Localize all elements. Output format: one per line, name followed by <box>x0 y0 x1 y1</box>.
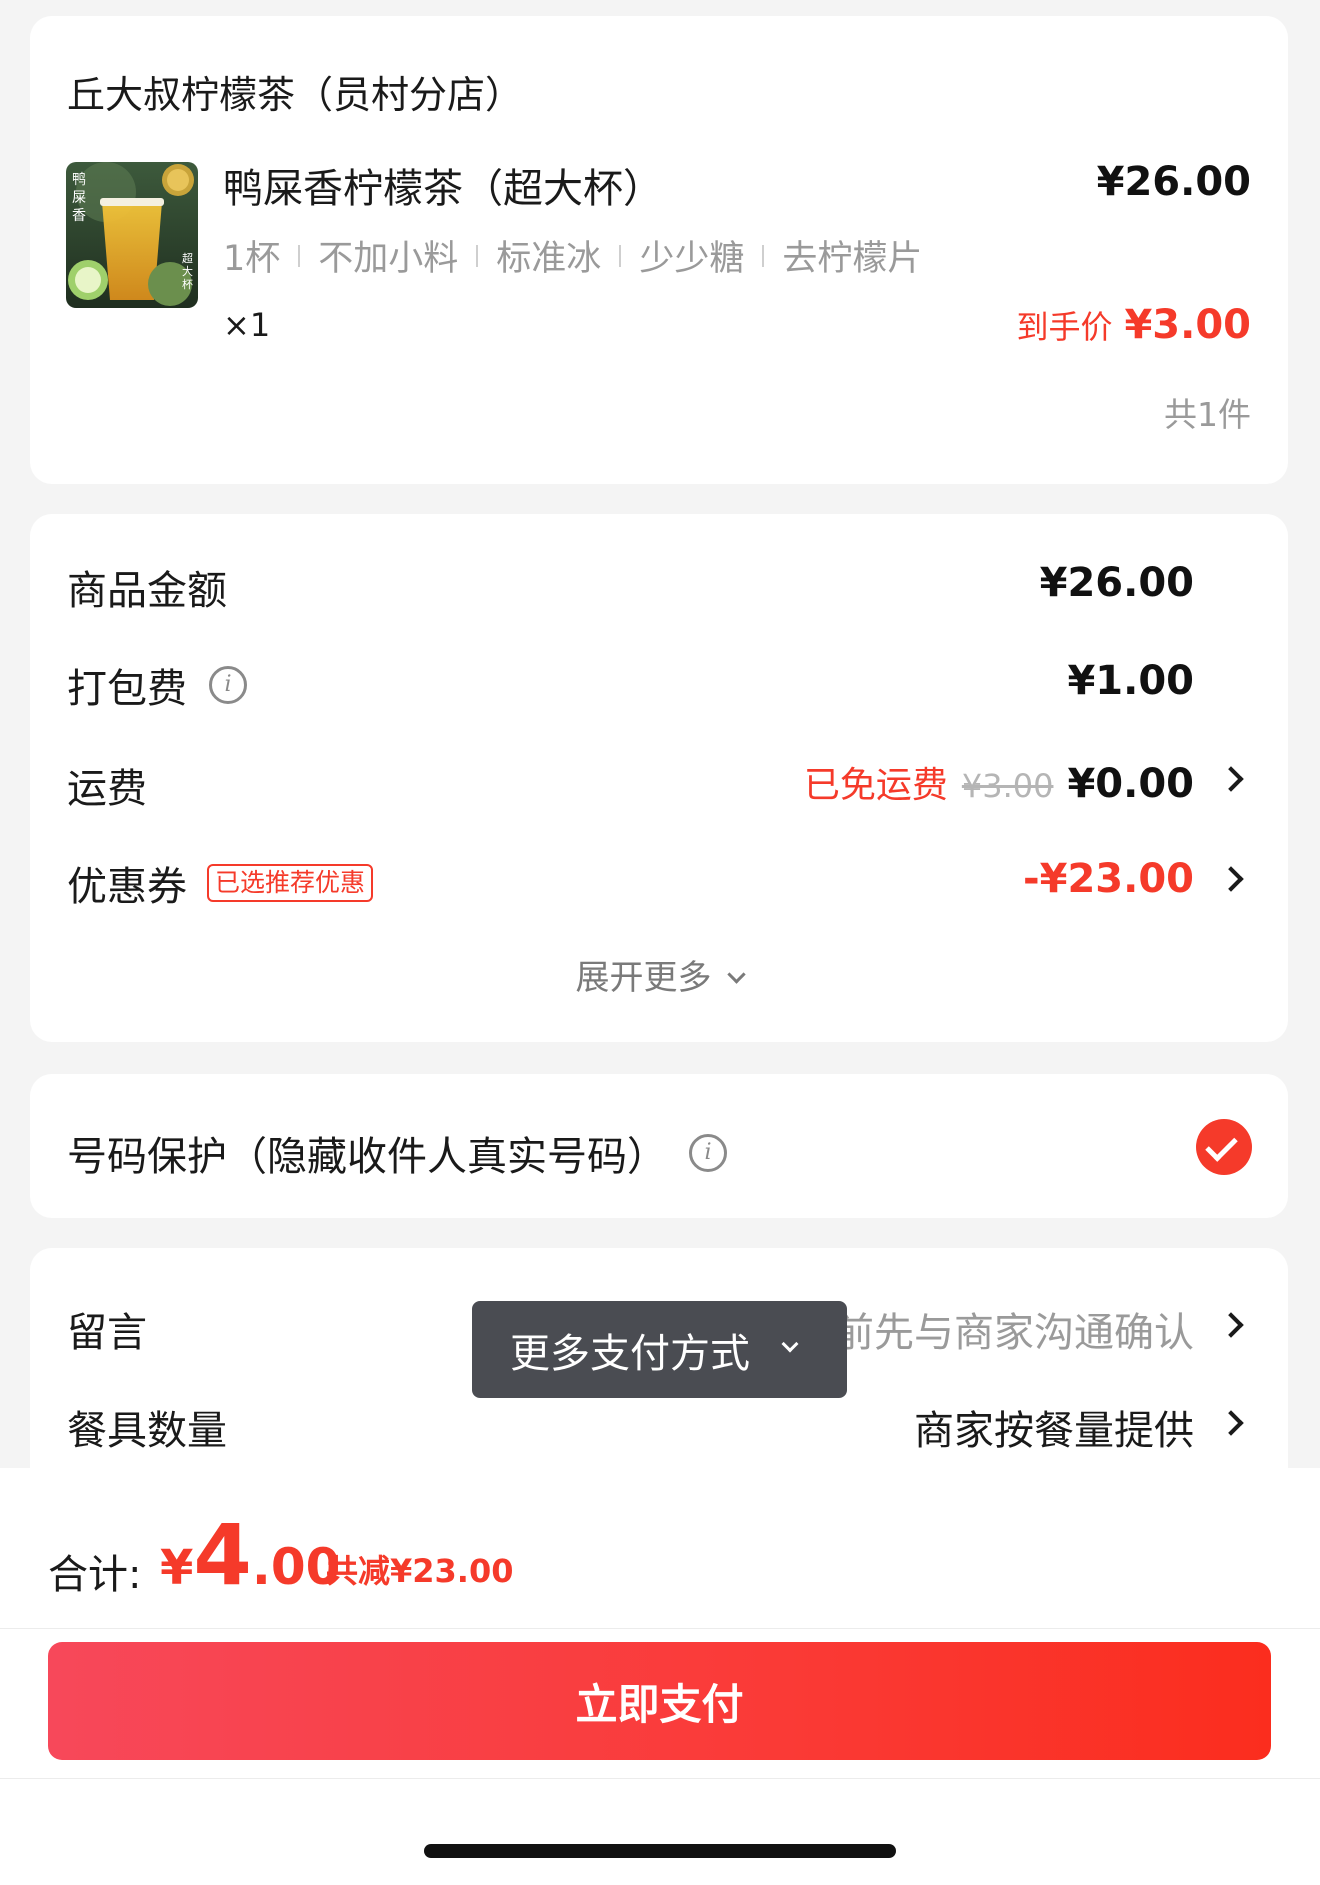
privacy-card: 号码保护（隐藏收件人真实号码） i <box>30 1074 1288 1218</box>
divider <box>0 1628 1320 1629</box>
svg-text:香: 香 <box>72 208 86 224</box>
svg-text:屎: 屎 <box>72 190 86 206</box>
privacy-checkbox-checked-icon[interactable] <box>1196 1119 1252 1175</box>
coupon-text: 优惠券 <box>67 864 187 910</box>
chevron-right-icon[interactable] <box>1218 866 1244 892</box>
expand-more-text: 展开更多 <box>575 958 712 998</box>
goods-amount-label: 商品金额 <box>67 558 227 616</box>
coupon-value[interactable]: -¥23.00 <box>1023 856 1194 902</box>
product-specs: 1杯 不加小料 标准冰 少少糖 去柠檬片 <box>223 230 922 281</box>
order-item-card: 丘大叔柠檬茶（员村分店） 鸭 屎 香 超 大 杯 鸭屎香柠檬茶（超大杯） ¥26… <box>30 16 1288 484</box>
final-price-label: 到手价 <box>1016 308 1113 346</box>
total-currency: ¥ <box>160 1540 194 1596</box>
pay-now-button[interactable]: 立即支付 <box>48 1642 1271 1760</box>
svg-text:超: 超 <box>182 251 193 265</box>
note-label: 留言 <box>67 1300 147 1358</box>
chevron-right-icon[interactable] <box>1218 1410 1244 1436</box>
packing-fee-value: ¥1.00 <box>1067 658 1194 704</box>
chevron-right-icon[interactable] <box>1218 766 1244 792</box>
utensils-value[interactable]: 商家按餐量提供 <box>914 1398 1194 1456</box>
original-delivery-fee: ¥3.00 <box>961 767 1054 805</box>
delivery-fee-text: 运费 <box>67 766 147 812</box>
product-name[interactable]: 鸭屎香柠檬茶（超大杯） <box>223 156 663 214</box>
divider <box>0 1778 1320 1779</box>
total-label: 合计: <box>48 1552 142 1598</box>
more-payment-methods-tooltip[interactable]: 更多支付方式 <box>472 1301 847 1398</box>
coupon-badge: 已选推荐优惠 <box>207 864 374 902</box>
packing-fee-text: 打包费 <box>67 666 187 712</box>
spec-separator <box>298 244 301 267</box>
spec-item: 1杯 <box>223 239 281 279</box>
checkout-bar: 合计: ¥ 4 .00 共减¥23.00 立即支付 <box>0 1468 1320 1885</box>
product-quantity: ×1 <box>223 306 271 344</box>
chevron-down-icon <box>781 1335 799 1352</box>
free-delivery-label: 已免运费 <box>803 765 948 806</box>
delivery-fee-label: 运费 <box>67 756 147 814</box>
shop-name[interactable]: 丘大叔柠檬茶（员村分店） <box>67 64 523 119</box>
home-indicator[interactable] <box>424 1844 896 1858</box>
total-discount: 共减¥23.00 <box>326 1552 514 1590</box>
final-price-value: ¥3.00 <box>1124 302 1251 348</box>
total-integer: 4 <box>193 1506 252 1604</box>
goods-amount-text: 商品金额 <box>67 568 227 614</box>
spec-item: 去柠檬片 <box>782 239 923 279</box>
delivery-fee-value: ¥0.00 <box>1067 761 1194 807</box>
privacy-label: 号码保护（隐藏收件人真实号码） i <box>67 1124 727 1182</box>
product-thumbnail[interactable]: 鸭 屎 香 超 大 杯 <box>66 162 198 308</box>
svg-text:鸭: 鸭 <box>72 172 86 188</box>
item-count: 共1件 <box>1164 395 1251 434</box>
chevron-down-icon <box>726 965 746 984</box>
info-icon[interactable]: i <box>209 666 247 704</box>
utensils-label: 餐具数量 <box>67 1398 227 1456</box>
expand-more-button[interactable]: 展开更多 <box>30 950 1288 999</box>
final-price: 到手价 ¥3.00 <box>1016 302 1251 348</box>
utensils-label-text: 餐具数量 <box>67 1408 227 1454</box>
spec-item: 少少糖 <box>639 239 745 279</box>
spec-item: 不加小料 <box>318 239 459 279</box>
total-amount: ¥ 4 .00 <box>160 1506 340 1604</box>
spec-item: 标准冰 <box>496 239 602 279</box>
fee-summary-card: 商品金额 ¥26.00 打包费 i ¥1.00 运费 已免运费 ¥3.00 ¥0… <box>30 514 1288 1042</box>
spec-separator <box>476 244 479 267</box>
product-price: ¥26.00 <box>1096 159 1251 205</box>
svg-text:杯: 杯 <box>182 277 193 291</box>
note-label-text: 留言 <box>67 1310 147 1356</box>
product-image-icon: 鸭 屎 香 超 大 杯 <box>66 162 198 308</box>
spec-separator <box>619 244 622 267</box>
spec-separator <box>762 244 765 267</box>
privacy-text: 号码保护（隐藏收件人真实号码） <box>67 1134 667 1180</box>
chevron-right-icon[interactable] <box>1218 1312 1244 1338</box>
more-payment-methods-text: 更多支付方式 <box>510 1330 750 1377</box>
coupon-label: 优惠券 已选推荐优惠 <box>67 854 374 912</box>
note-value[interactable]: 需前先与商家沟通确认 <box>794 1300 1194 1358</box>
packing-fee-label: 打包费 i <box>67 656 247 714</box>
info-icon[interactable]: i <box>689 1134 727 1172</box>
delivery-fee-row[interactable]: 已免运费 ¥3.00 ¥0.00 <box>804 756 1194 808</box>
goods-amount-value: ¥26.00 <box>1039 560 1194 606</box>
svg-text:大: 大 <box>182 264 193 278</box>
